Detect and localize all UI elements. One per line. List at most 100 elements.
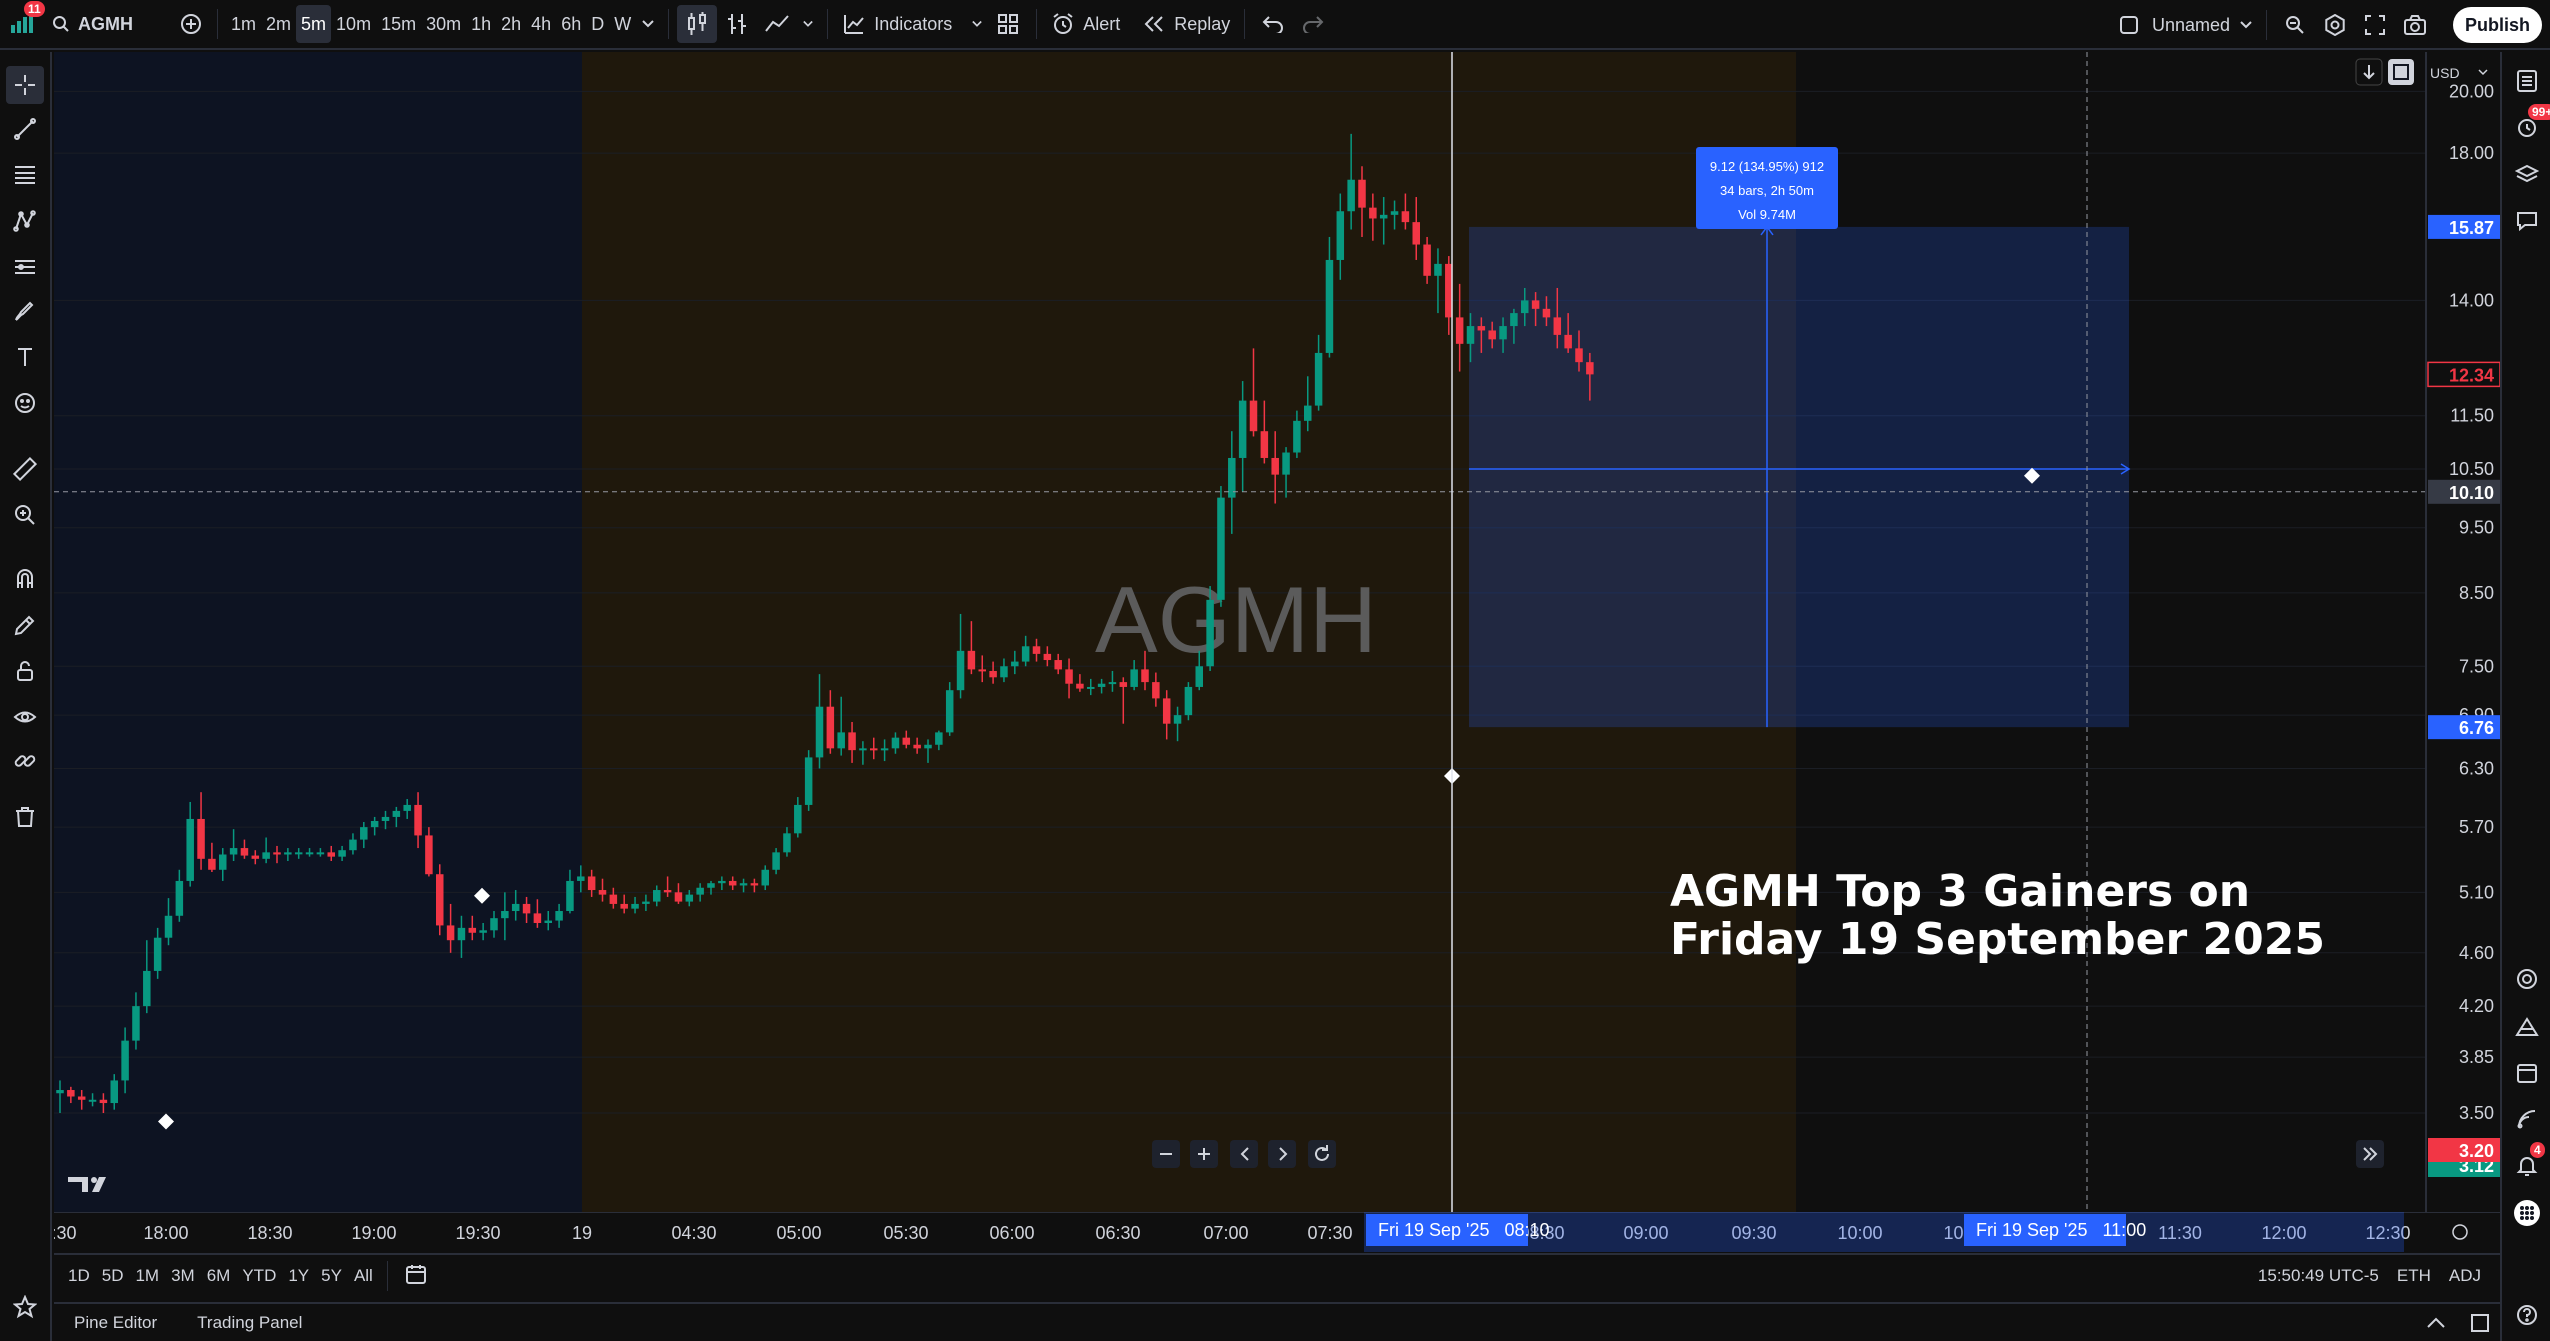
range-1m[interactable]: 1M bbox=[129, 1266, 165, 1286]
interval-15m[interactable]: 15m bbox=[376, 5, 421, 43]
interval-30m[interactable]: 30m bbox=[421, 5, 466, 43]
bars-chart-type-button[interactable] bbox=[717, 5, 757, 43]
price-label: 20.00 bbox=[2449, 81, 2494, 101]
scroll-left-button[interactable] bbox=[1230, 1140, 1258, 1168]
range-1d[interactable]: 1D bbox=[62, 1266, 96, 1286]
undo-button[interactable] bbox=[1253, 5, 1293, 43]
interval-w[interactable]: W bbox=[609, 5, 636, 43]
snapshot-button[interactable] bbox=[2395, 6, 2435, 44]
range-ytd[interactable]: YTD bbox=[236, 1266, 282, 1286]
candle-body bbox=[1087, 686, 1095, 689]
time-label: 06:30 bbox=[1095, 1223, 1140, 1243]
replay-button[interactable]: Replay bbox=[1136, 5, 1236, 43]
chart-pane[interactable]: AGMH 9.12 (134.95%) 912 34 bars, 2h 50m … bbox=[54, 52, 2500, 1212]
interval-4h[interactable]: 4h bbox=[526, 5, 556, 43]
interval-2m[interactable]: 2m bbox=[261, 5, 296, 43]
interval-10m[interactable]: 10m bbox=[331, 5, 376, 43]
settings-button[interactable] bbox=[2315, 6, 2355, 44]
clock-display[interactable]: 15:50:49 UTC-5 bbox=[2249, 1266, 2388, 1286]
object-tree-button[interactable] bbox=[2508, 156, 2546, 194]
magnet-tool[interactable] bbox=[6, 560, 44, 598]
candle-body bbox=[175, 880, 184, 916]
publish-button[interactable]: Publish bbox=[2452, 7, 2542, 43]
candle-body bbox=[1282, 452, 1290, 475]
indicators-button[interactable]: Indicators bbox=[836, 5, 958, 43]
line-chart-type-button[interactable] bbox=[757, 5, 797, 43]
maximize-panel-icon[interactable] bbox=[2470, 1313, 2490, 1333]
watchlist-button[interactable] bbox=[2508, 62, 2546, 100]
range-5d[interactable]: 5D bbox=[96, 1266, 130, 1286]
candle-body bbox=[750, 883, 759, 886]
crosshair-tool[interactable] bbox=[6, 66, 44, 104]
divider bbox=[1244, 9, 1246, 39]
calendar-button[interactable] bbox=[2508, 1054, 2546, 1092]
forecast-tool[interactable] bbox=[6, 248, 44, 286]
interval-5m[interactable]: 5m bbox=[296, 5, 332, 43]
chevron-up-icon[interactable] bbox=[2426, 1317, 2446, 1329]
interval-2h[interactable]: 2h bbox=[496, 5, 526, 43]
zoom-in-tool[interactable] bbox=[6, 496, 44, 534]
auto-scale-button[interactable] bbox=[2388, 59, 2414, 85]
measure-tool[interactable] bbox=[6, 450, 44, 488]
scroll-right-button[interactable] bbox=[1268, 1140, 1296, 1168]
divider bbox=[668, 9, 670, 39]
alert-button[interactable]: Alert bbox=[1045, 5, 1126, 43]
range-6m[interactable]: 6M bbox=[201, 1266, 237, 1286]
sync-drawings-tool[interactable] bbox=[6, 742, 44, 780]
adjust-toggle[interactable]: ADJ bbox=[2440, 1266, 2490, 1286]
chart-type-dropdown[interactable] bbox=[797, 5, 819, 43]
interval-6h[interactable]: 6h bbox=[556, 5, 586, 43]
layout-name-button[interactable]: Unnamed bbox=[2146, 6, 2258, 44]
indicators-dropdown[interactable] bbox=[966, 5, 988, 43]
text-icon bbox=[18, 348, 32, 366]
candle-body bbox=[935, 732, 943, 745]
time-axis[interactable]: 17:30 18:00 18:30 19:00 19:30 19 04:30 05:00 05:… bbox=[54, 1212, 2500, 1252]
range-5y[interactable]: 5Y bbox=[315, 1266, 348, 1286]
help-button[interactable] bbox=[2508, 1296, 2546, 1334]
reset-chart-button[interactable] bbox=[1308, 1140, 1336, 1168]
remove-drawings-tool[interactable] bbox=[6, 798, 44, 836]
compare-symbol-button[interactable] bbox=[173, 5, 209, 43]
stay-in-drawing-tool[interactable] bbox=[6, 606, 44, 644]
favorites-tool[interactable] bbox=[6, 1288, 44, 1326]
brush-tool[interactable] bbox=[6, 292, 44, 330]
fib-tool[interactable] bbox=[6, 156, 44, 194]
fullscreen-button[interactable] bbox=[2355, 6, 2395, 44]
candle-body bbox=[164, 915, 173, 938]
trend-line-tool[interactable] bbox=[6, 110, 44, 148]
alerts-button[interactable]: 99+ bbox=[2508, 104, 2550, 146]
text-tool[interactable] bbox=[6, 338, 44, 376]
interval-1m[interactable]: 1m bbox=[226, 5, 261, 43]
layouts-button[interactable] bbox=[988, 5, 1028, 43]
streams-button[interactable] bbox=[2508, 1100, 2546, 1138]
interval-1h[interactable]: 1h bbox=[466, 5, 496, 43]
interval-d[interactable]: D bbox=[586, 5, 609, 43]
tab-pine-editor[interactable]: Pine Editor bbox=[54, 1313, 177, 1333]
range-3m[interactable]: 3M bbox=[165, 1266, 201, 1286]
quick-search-button[interactable] bbox=[2275, 6, 2315, 44]
notifications-button[interactable]: 4 bbox=[2508, 1142, 2546, 1184]
session-toggle[interactable]: ETH bbox=[2388, 1266, 2440, 1286]
date-range-button[interactable] bbox=[396, 1263, 436, 1290]
icon-tool[interactable] bbox=[6, 384, 44, 422]
range-1y[interactable]: 1Y bbox=[282, 1266, 315, 1286]
candles-chart-type-button[interactable] bbox=[677, 5, 718, 43]
screener-button[interactable] bbox=[2508, 960, 2546, 998]
alerts-badge: 99+ bbox=[2528, 104, 2550, 120]
tab-trading-panel[interactable]: Trading Panel bbox=[177, 1313, 322, 1333]
lock-drawings-tool[interactable] bbox=[6, 652, 44, 690]
hide-drawings-tool[interactable] bbox=[6, 698, 44, 736]
redo-button[interactable] bbox=[1293, 5, 1333, 43]
ideas-button[interactable] bbox=[2508, 1008, 2546, 1046]
candle-body bbox=[1379, 214, 1388, 219]
candle-body bbox=[1097, 683, 1106, 687]
logo-menu-button[interactable]: 11 bbox=[0, 1, 45, 43]
pattern-tool[interactable] bbox=[6, 202, 44, 240]
layout-checkbox[interactable] bbox=[2112, 6, 2146, 44]
apps-button[interactable] bbox=[2508, 1194, 2546, 1232]
candle-body bbox=[718, 880, 726, 884]
symbol-search-button[interactable]: AGMH bbox=[44, 5, 139, 43]
range-all[interactable]: All bbox=[348, 1266, 379, 1286]
interval-dropdown[interactable] bbox=[636, 5, 660, 43]
chats-button[interactable] bbox=[2508, 202, 2546, 240]
